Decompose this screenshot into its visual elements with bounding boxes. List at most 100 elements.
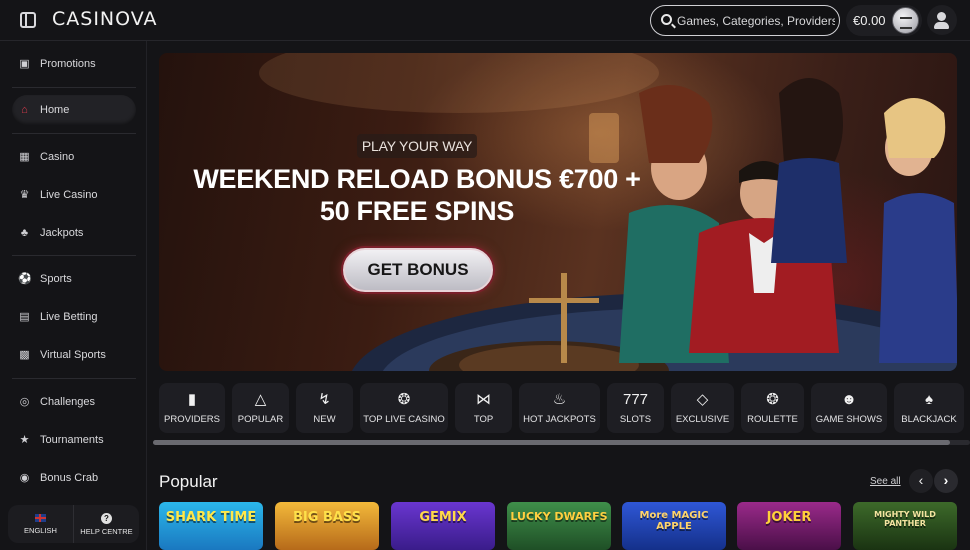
- sidebar-item-label: Live Casino: [40, 189, 98, 201]
- sidebar-item-challenges[interactable]: ◎ Challenges: [12, 387, 136, 417]
- balance-amount: €0.00: [853, 13, 886, 28]
- divider: [12, 87, 136, 88]
- get-bonus-button[interactable]: GET BONUS: [343, 248, 493, 292]
- hot-jackpot-icon: ♨: [552, 390, 567, 408]
- category-game-shows[interactable]: ☻ GAME SHOWS: [811, 383, 887, 433]
- divider: [12, 133, 136, 134]
- hero-headline-line-2: 50 FREE SPINS: [319, 196, 515, 226]
- sidebar-item-promotions[interactable]: ▣ Promotions: [12, 49, 136, 79]
- sidebar-item-casino[interactable]: ▦ Casino: [12, 142, 136, 172]
- roulette-icon: ❂: [766, 390, 779, 408]
- sidebar: ▣ Promotions ⌂ Home ▦ Casino ♛ Live Casino ♣…: [0, 41, 147, 550]
- category-popular[interactable]: △ POPULAR: [232, 383, 289, 433]
- sidebar-item-home[interactable]: ⌂ Home: [12, 95, 136, 125]
- wallet[interactable]: €0.00: [846, 5, 922, 36]
- category-exclusive[interactable]: ◇ EXCLUSIVE: [671, 383, 734, 433]
- slots-777-icon: 777: [622, 390, 649, 408]
- search-icon: [661, 14, 672, 25]
- game-title: JOKER: [766, 510, 812, 525]
- category-label: POPULAR: [237, 413, 284, 425]
- category-label: BLACKJACK: [901, 413, 957, 425]
- sidebar-item-label: Bonus Crab: [40, 472, 99, 484]
- category-providers[interactable]: ▮ PROVIDERS: [159, 383, 225, 433]
- scrollbar-thumb[interactable]: [153, 440, 950, 445]
- category-blackjack[interactable]: ♠ BLACKJACK: [894, 383, 964, 433]
- category-label: HOT JACKPOTS: [523, 413, 596, 425]
- sidebar-item-bonus-crab[interactable]: ◉ Bonus Crab: [12, 463, 136, 493]
- sidebar-item-label: Promotions: [40, 58, 96, 70]
- sidebar-item-label: Tournaments: [40, 434, 104, 446]
- category-new[interactable]: ↯ NEW: [296, 383, 353, 433]
- sidebar-item-label: Casino: [40, 151, 75, 163]
- sidebar-item-sports[interactable]: ⚽ Sports: [12, 264, 136, 294]
- soccer-ball-icon: ⚽: [18, 272, 32, 285]
- game-tile[interactable]: LUCKY DWARFS: [507, 502, 611, 550]
- sidebar-item-label: Virtual Sports: [40, 349, 106, 361]
- sidebar-item-tournaments[interactable]: ★ Tournaments: [12, 425, 136, 455]
- category-slots[interactable]: 777 SLOTS: [607, 383, 664, 433]
- diamond-icon: ◇: [696, 390, 709, 408]
- sidebar-item-label: Sports: [40, 273, 72, 285]
- category-bar: ▮ PROVIDERS △ POPULAR ↯ NEW ❂ TOP LIVE CASIN…: [159, 383, 970, 433]
- language-label: ENGLISH: [24, 525, 57, 535]
- search-box[interactable]: [650, 5, 840, 36]
- lightning-icon: ↯: [318, 390, 331, 408]
- crab-icon: ◉: [19, 471, 30, 484]
- trophy-icon: ★: [19, 433, 30, 446]
- see-all-link[interactable]: See all: [870, 476, 901, 487]
- providers-icon: ▮: [187, 390, 197, 408]
- category-label: ROULETTE: [747, 413, 798, 425]
- sidebar-item-label: Challenges: [40, 396, 96, 408]
- monitor-icon: ▩: [19, 348, 30, 361]
- next-arrow-icon[interactable]: ›: [934, 469, 958, 493]
- flame-icon: △: [254, 390, 267, 408]
- game-tile[interactable]: SHARK TIME: [159, 502, 263, 550]
- game-tile[interactable]: More MAGIC APPLE: [622, 502, 726, 550]
- user-account-button[interactable]: [927, 5, 957, 35]
- category-label: EXCLUSIVE: [675, 413, 730, 425]
- game-title: LUCKY DWARFS: [510, 510, 608, 523]
- game-tile[interactable]: GEMIX: [391, 502, 495, 550]
- slot-machine-icon: ▦: [19, 150, 30, 163]
- mask-icon: ☻: [841, 390, 857, 408]
- sidebar-item-label: Jackpots: [40, 227, 84, 239]
- bowtie-icon: ⋈: [476, 390, 491, 408]
- sidebar-item-label: Home: [40, 104, 70, 116]
- sidebar-item-virtual-sports[interactable]: ▩ Virtual Sports: [12, 340, 136, 370]
- logo[interactable]: CASINOVA: [52, 8, 158, 30]
- sidebar-item-live-betting[interactable]: ▤ Live Betting: [12, 302, 136, 332]
- sidebar-toggle-icon[interactable]: [20, 12, 36, 28]
- sidebar-item-live-casino[interactable]: ♛ Live Casino: [12, 180, 136, 210]
- game-tile[interactable]: JOKER: [737, 502, 841, 550]
- language-selector[interactable]: ENGLISH: [8, 505, 73, 543]
- game-tile[interactable]: BIG BASS: [275, 502, 379, 550]
- sidebar-item-jackpots[interactable]: ♣ Jackpots: [12, 218, 136, 248]
- category-scrollbar[interactable]: [153, 440, 970, 445]
- game-title: GEMIX: [419, 510, 467, 525]
- sidebar-item-label: Live Betting: [40, 311, 98, 323]
- hero-eyebrow: PLAY YOUR WAY: [357, 134, 477, 158]
- prev-arrow-icon[interactable]: ‹: [909, 469, 933, 493]
- hero-banner[interactable]: PLAY YOUR WAY WEEKEND RELOAD BONUS €700 …: [159, 53, 957, 371]
- hero-headline-line-1: WEEKEND RELOAD BONUS €700 +: [193, 164, 641, 194]
- game-title: MIGHTY WILD PANTHER: [874, 510, 936, 528]
- game-title: More MAGIC APPLE: [639, 510, 709, 532]
- top-bar: CASINOVA €0.00: [0, 0, 970, 41]
- help-icon: ?: [101, 512, 112, 524]
- game-title: SHARK TIME: [165, 510, 257, 525]
- category-label: GAME SHOWS: [815, 413, 883, 425]
- search-input[interactable]: [677, 12, 835, 30]
- game-tile[interactable]: MIGHTY WILD PANTHER: [853, 502, 957, 550]
- gift-icon: ▣: [19, 57, 30, 70]
- category-hot-jackpots[interactable]: ♨ HOT JACKPOTS: [519, 383, 600, 433]
- help-centre-button[interactable]: ? HELP CENTRE: [73, 505, 139, 543]
- category-top-live-casino[interactable]: ❂ TOP LIVE CASINO: [360, 383, 448, 433]
- category-label: NEW: [313, 413, 336, 425]
- deposit-coins-icon[interactable]: [892, 7, 919, 34]
- category-roulette[interactable]: ❂ ROULETTE: [741, 383, 804, 433]
- user-icon: [937, 12, 946, 21]
- category-top[interactable]: ⋈ TOP: [455, 383, 512, 433]
- hero-headline: WEEKEND RELOAD BONUS €700 + 50 FREE SPIN…: [179, 163, 655, 227]
- category-label: TOP LIVE CASINO: [363, 413, 445, 425]
- cards-icon: ♠: [925, 390, 933, 408]
